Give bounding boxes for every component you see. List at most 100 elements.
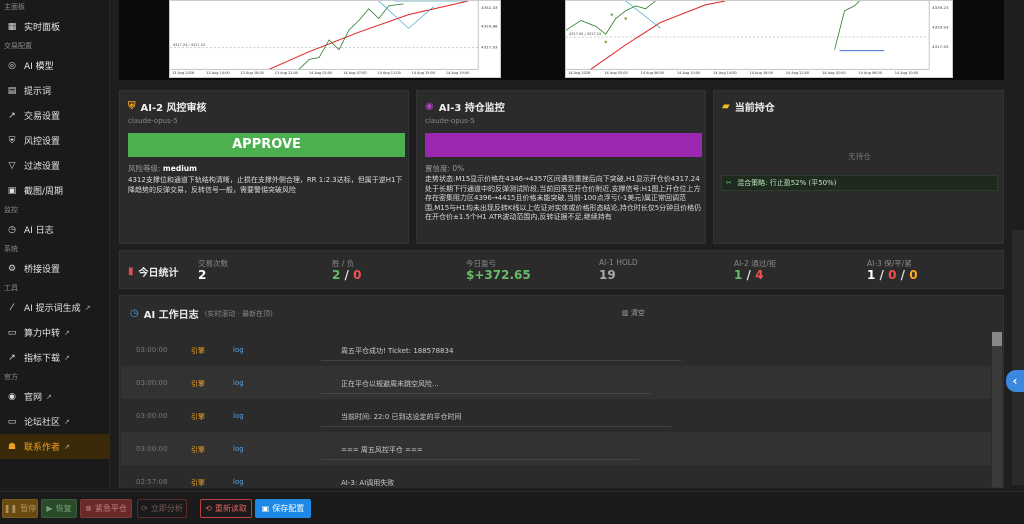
eye-icon: ◉: [425, 101, 434, 112]
chart-time-tick: 13 Aug 22:00: [275, 71, 298, 75]
clear-log-button[interactable]: ▥ 清空: [622, 308, 645, 318]
log-time: 03:00:00: [136, 379, 168, 387]
comments-icon: ▭: [7, 416, 17, 427]
stat-value-part: /: [896, 268, 910, 282]
reload-label: 重新读取: [214, 504, 247, 513]
log-scrollbar[interactable]: [992, 332, 1002, 487]
strategy-icon: ✂: [726, 179, 732, 187]
close-all-button[interactable]: ⊗ 紧急平仓: [80, 499, 132, 518]
main-content: 4317.24 / 4317.24 4352.43 4329.68 4317.9…: [119, 0, 1004, 488]
history-icon: ◷: [130, 308, 139, 319]
log-source: 引擎: [191, 380, 205, 388]
log-source: 引擎: [191, 446, 205, 454]
external-link-icon: ↗: [64, 417, 70, 426]
chart-time-tick: 14 Aug 10:00: [677, 71, 700, 75]
sidebar-item[interactable]: ↗ 交易设置: [0, 103, 109, 128]
sidebar: 主面板 ▦ 实时面板 交易配置 ◎ AI 模型 ▤ 提示词 ↗ 交易设置 ⛨ 风控设置 ▽ 过滤设置 ▣ 截图…: [0, 0, 110, 488]
stat-value: $+372.65: [466, 268, 531, 282]
document-icon: ▤: [7, 85, 17, 96]
sidebar-item[interactable]: ◉ 官网 ↗: [0, 384, 109, 409]
chart-time-tick: 14 Aug 22:00: [786, 71, 809, 75]
sidebar-item[interactable]: ▽ 过滤设置: [0, 153, 109, 178]
sidebar-item-label: 指标下载: [24, 354, 61, 364]
sidebar-item-label: 截图/周期: [24, 187, 64, 197]
analyze-label: 立即分析: [150, 504, 183, 513]
sidebar-item-label: AI 日志: [24, 226, 54, 236]
chart-left-price-2: 4317.93: [481, 45, 498, 50]
stat-value-part: 19: [599, 268, 616, 282]
ai3-model: claude-opus-5: [425, 117, 475, 125]
sidebar-item[interactable]: ◎ AI 模型: [0, 53, 109, 78]
chart-left-price-0: 4352.43: [481, 5, 498, 10]
log-row: 03:00:00 引擎 log 当前时间: 22:0 已到达设定的平仓时间: [121, 399, 991, 432]
stat-value-part: /: [340, 268, 354, 282]
clear-log-label: 清空: [630, 309, 645, 317]
log-row: 02:57:08 引擎 log AI-3: AI调用失败: [121, 465, 991, 488]
collapse-panel-button[interactable]: ‹: [1006, 370, 1024, 392]
stats-title: 今日统计: [138, 268, 179, 279]
close-all-label: 紧急平仓: [94, 504, 127, 513]
sidebar-item[interactable]: ⛨ 风控设置: [0, 128, 109, 153]
chart-time-tick: 14 Aug 15:00: [412, 71, 435, 75]
chart-right-price-1: 4329.93: [932, 24, 949, 29]
stop-icon: ⊗: [85, 504, 92, 513]
sidebar-item-label: 交易设置: [24, 112, 61, 122]
chevron-left-icon: ‹: [1012, 374, 1018, 388]
log-time: 03:00:00: [136, 445, 168, 453]
chart-time-tick: 14 Aug 19:00: [446, 71, 469, 75]
chart-time-tick: 14 Aug 02:00: [604, 71, 627, 75]
sidebar-item[interactable]: ▦ 实时面板: [0, 14, 109, 39]
resume-button[interactable]: ▶ 恢复: [41, 499, 77, 518]
log-level: log: [233, 379, 244, 387]
bottom-toolbar: ❚❚ 暂停 ▶ 恢复 ⊗ 紧急平仓 ⟳ 立即分析 ⟲ 重新读取 ▣ 保存配置: [0, 491, 1024, 524]
sidebar-section-title: 监控: [4, 206, 18, 214]
chart-time-tick: 13 Aug 2026: [172, 71, 194, 75]
history-icon: ◷: [8, 224, 16, 235]
chart-right-price-0: 4339.23: [932, 5, 949, 10]
chart-right: 4317.90 / 4317.24 4339.23 4329.93 4317.4…: [565, 0, 953, 78]
pause-button[interactable]: ❚❚ 暂停: [2, 499, 38, 518]
holding-hint: ✂ 混合策略: 行止盈52% (平50%): [721, 175, 998, 191]
sidebar-section-title: 交易配置: [4, 42, 32, 50]
ai2-risk-value: medium: [162, 164, 197, 173]
save-icon: ▣: [261, 504, 270, 513]
user-icon: ☗: [7, 441, 17, 452]
sidebar-item-label: AI 提示词生成: [24, 304, 81, 314]
sidebar-item-label: 过滤设置: [24, 162, 61, 172]
sidebar-item[interactable]: ▭ 论坛社区 ↗: [0, 409, 109, 434]
log-row: 03:00:00 引擎 log 正在平仓以规避周末跳空风险...: [121, 366, 991, 399]
stat-value: 2 / 0: [332, 268, 361, 282]
sidebar-item[interactable]: ⁄ AI 提示词生成 ↗: [0, 295, 109, 320]
page-scrollbar[interactable]: [1012, 230, 1024, 485]
chart-time-tick: 14 Aug 14:00: [713, 71, 736, 75]
external-link-icon: ↗: [84, 303, 91, 312]
chart-left-price-1: 4329.68: [481, 23, 498, 28]
ai3-title: AI-3 持仓监控: [438, 103, 505, 114]
ai2-decision: APPROVE: [128, 133, 405, 157]
sidebar-item-label: 提示词: [24, 87, 52, 97]
sidebar-item[interactable]: ▤ 提示词: [0, 78, 109, 103]
stat-value-part: 0: [909, 268, 918, 282]
chat-icon: ▭: [7, 327, 17, 338]
reload-button[interactable]: ⟲ 重新读取: [200, 499, 252, 518]
log-message: 正在平仓以规避周末跳空风险...: [341, 380, 439, 388]
log-time: 03:00:00: [136, 412, 168, 420]
stat-value-part: 4: [755, 268, 764, 282]
log-message: AI-3: AI调用失败: [341, 479, 395, 487]
log-message: === 周五风控平仓 ===: [341, 446, 423, 454]
sidebar-item[interactable]: ⚙ 桥接设置: [0, 256, 109, 281]
stat-value-part: /: [742, 268, 756, 282]
log-source: 引擎: [191, 413, 205, 421]
sidebar-item[interactable]: ◷ AI 日志: [0, 217, 109, 242]
log-scrollbar-thumb[interactable]: [992, 332, 1002, 346]
sidebar-item[interactable]: ▣ 截图/周期: [0, 178, 109, 203]
save-button[interactable]: ▣ 保存配置: [255, 499, 311, 518]
sidebar-item-label: 联系作者: [24, 443, 61, 453]
analyze-button[interactable]: ⟳ 立即分析: [137, 499, 187, 518]
filter-icon: ▽: [8, 160, 16, 171]
log-level: log: [233, 445, 244, 453]
sidebar-item[interactable]: ▭ 算力中转 ↗: [0, 320, 109, 345]
sidebar-item[interactable]: ☗ 联系作者 ↗: [0, 434, 109, 459]
sidebar-item[interactable]: ↗ 指标下载 ↗: [0, 345, 109, 370]
log-message: 当前时间: 22:0 已到达设定的平仓时间: [341, 413, 462, 421]
